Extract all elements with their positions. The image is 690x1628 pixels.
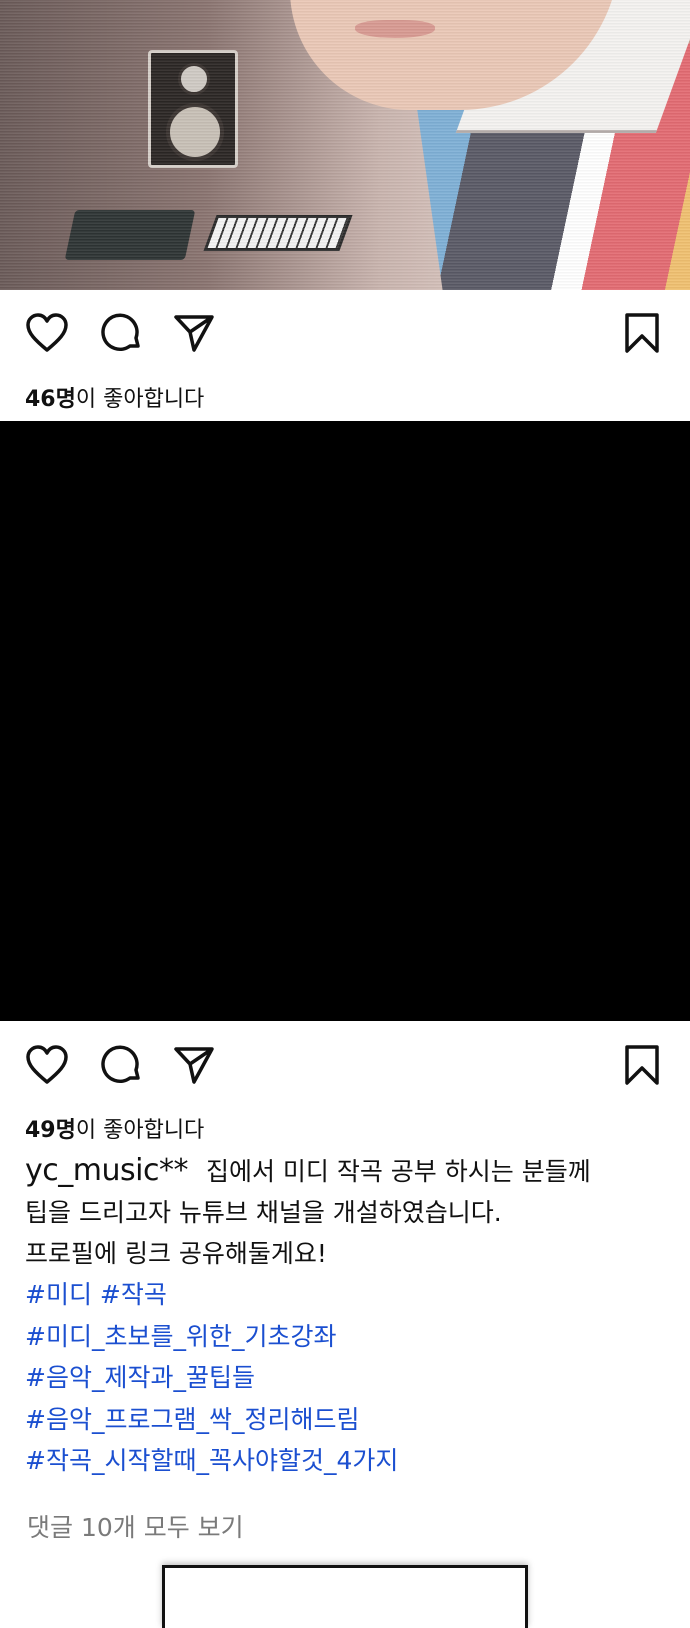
share-icon[interactable] — [173, 312, 215, 354]
midi-keyboard — [203, 215, 353, 251]
hashtag[interactable]: #미디_초보를_위한_기초강좌 — [25, 1316, 665, 1358]
face — [290, 0, 620, 110]
username[interactable]: yc_music** — [25, 1153, 188, 1188]
caption-line: 팁을 드리고자 뉴튜브 채널을 개설하였습니다. — [25, 1198, 502, 1227]
audio-mixer — [64, 210, 196, 260]
post2-action-bar — [0, 1030, 690, 1100]
shirt-collar — [455, 0, 690, 133]
bookmark-icon[interactable] — [624, 1044, 660, 1086]
comment-icon[interactable] — [100, 1044, 142, 1086]
post1-likes[interactable]: 46명이 좋아합니다 — [25, 381, 204, 413]
bookmark-icon[interactable] — [624, 312, 660, 354]
studio-speaker — [148, 50, 238, 168]
caption-line: 프로필에 링크 공유해둘게요! — [25, 1239, 327, 1268]
share-icon[interactable] — [173, 1044, 215, 1086]
post2-caption: yc_music** 집에서 미디 작곡 공부 하시는 분들께 팁을 드리고자 뉴… — [25, 1150, 665, 1482]
heart-icon[interactable] — [25, 313, 69, 353]
likes-count: 49명 — [25, 1118, 76, 1143]
shirt — [413, 40, 690, 290]
hashtag[interactable]: #미디 #작곡 — [25, 1274, 665, 1316]
lips — [355, 20, 435, 38]
comment-input-box[interactable] — [162, 1565, 528, 1628]
likes-suffix: 이 좋아합니다 — [75, 387, 205, 412]
hashtag[interactable]: #음악_프로그램_싹_정리해드림 — [25, 1399, 665, 1441]
caption-text: 집에서 미디 작곡 공부 하시는 분들께 — [205, 1157, 591, 1186]
heart-icon[interactable] — [25, 1045, 69, 1085]
caption-line: yc_music** 집에서 미디 작곡 공부 하시는 분들께 — [25, 1150, 665, 1192]
comment-icon[interactable] — [100, 312, 142, 354]
post2-likes[interactable]: 49명이 좋아합니다 — [25, 1112, 204, 1144]
likes-count: 46명 — [25, 387, 76, 412]
post-image-top — [0, 0, 690, 290]
likes-suffix: 이 좋아합니다 — [75, 1118, 205, 1143]
view-all-comments-link[interactable]: 댓글 10개 모두 보기 — [27, 1508, 244, 1544]
hashtag[interactable]: #음악_제작과_꿀팁들 — [25, 1357, 665, 1399]
hashtag[interactable]: #작곡_시작할때_꼭사야할것_4가지 — [25, 1440, 665, 1482]
post-image-blacked-out — [0, 421, 690, 1021]
post1-action-bar — [0, 298, 690, 368]
